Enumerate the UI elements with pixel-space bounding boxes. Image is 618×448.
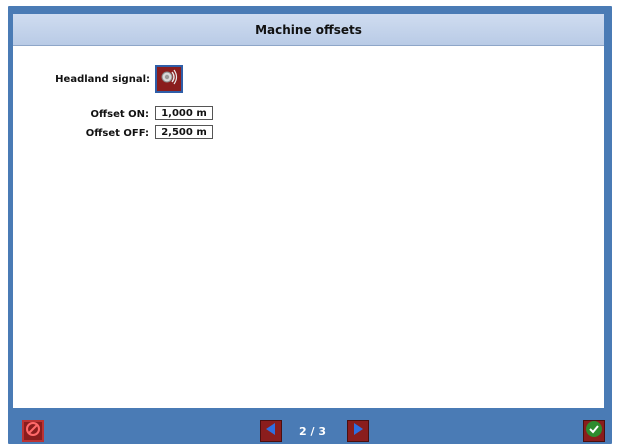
offset-on-field[interactable]: 1,000 m <box>155 106 213 120</box>
confirm-button[interactable] <box>583 420 605 442</box>
next-page-button[interactable] <box>347 420 369 442</box>
offset-off-field[interactable]: 2,500 m <box>155 125 213 139</box>
page-title: Machine offsets <box>255 22 362 37</box>
headland-signal-label: Headland signal: <box>55 74 150 85</box>
cancel-button[interactable] <box>22 420 44 442</box>
arrow-left-icon <box>263 421 279 441</box>
page-indicator: 2 / 3 <box>299 425 326 438</box>
prohibited-icon <box>25 421 41 441</box>
content-area <box>13 46 604 408</box>
offset-off-label: Offset OFF: <box>85 128 149 139</box>
speaker-sound-icon <box>159 67 179 91</box>
arrow-right-icon <box>350 421 366 441</box>
check-icon <box>585 420 603 442</box>
title-bar: Machine offsets <box>13 14 604 46</box>
offset-on-label: Offset ON: <box>90 109 149 120</box>
previous-page-button[interactable] <box>260 420 282 442</box>
headland-signal-button[interactable] <box>155 65 183 93</box>
